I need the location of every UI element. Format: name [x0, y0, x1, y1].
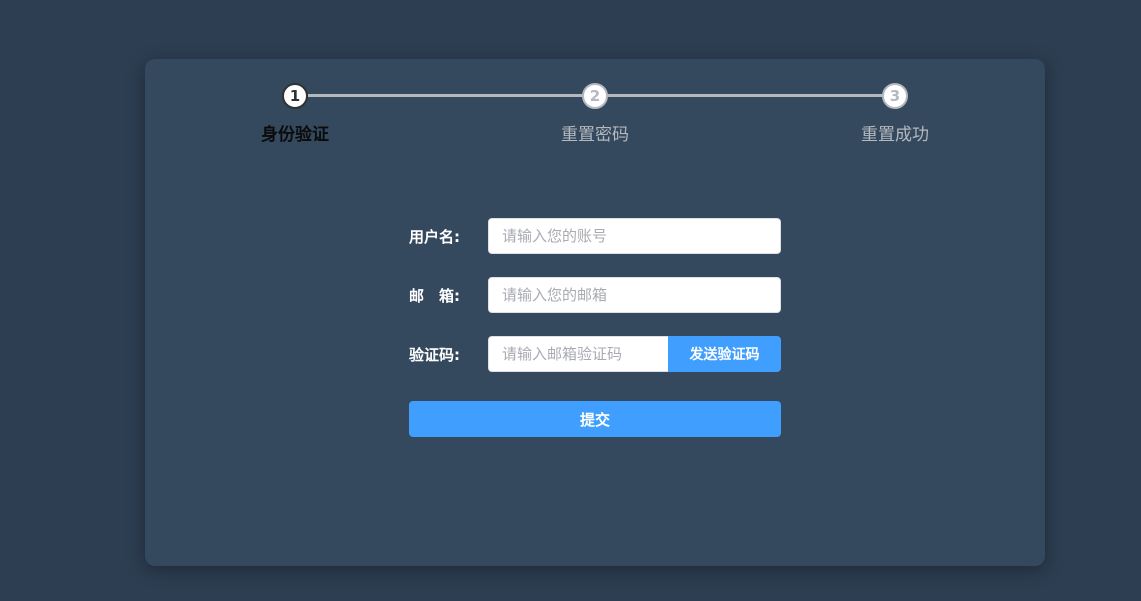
step-reset-success: 3 重置成功 — [825, 83, 965, 145]
code-row: 验证码: 发送验证码 — [409, 336, 781, 372]
code-label: 验证码: — [409, 345, 460, 364]
step-label: 身份验证 — [261, 125, 329, 145]
step-identity-verification: 1 身份验证 — [225, 83, 365, 145]
step-reset-password: 2 重置密码 — [525, 83, 665, 145]
verification-code-input[interactable] — [488, 336, 668, 372]
step-number: 2 — [582, 83, 608, 109]
username-input[interactable] — [488, 218, 781, 254]
send-code-button[interactable]: 发送验证码 — [668, 336, 781, 372]
username-row: 用户名: — [409, 218, 781, 254]
reset-password-card: 1 身份验证 2 重置密码 3 重置成功 用户名: 邮 箱: 验证码: 发送验证… — [145, 59, 1045, 566]
email-row: 邮 箱: — [409, 277, 781, 313]
step-number: 1 — [282, 83, 308, 109]
email-input[interactable] — [488, 277, 781, 313]
submit-button[interactable]: 提交 — [409, 401, 781, 437]
step-label: 重置成功 — [861, 125, 929, 145]
step-label: 重置密码 — [561, 125, 629, 145]
username-label: 用户名: — [409, 227, 460, 246]
step-number: 3 — [882, 83, 908, 109]
code-input-group: 发送验证码 — [488, 336, 781, 372]
verification-form: 用户名: 邮 箱: 验证码: 发送验证码 提交 — [409, 218, 781, 437]
email-label: 邮 箱: — [409, 286, 460, 305]
progress-steps: 1 身份验证 2 重置密码 3 重置成功 — [145, 59, 1045, 159]
